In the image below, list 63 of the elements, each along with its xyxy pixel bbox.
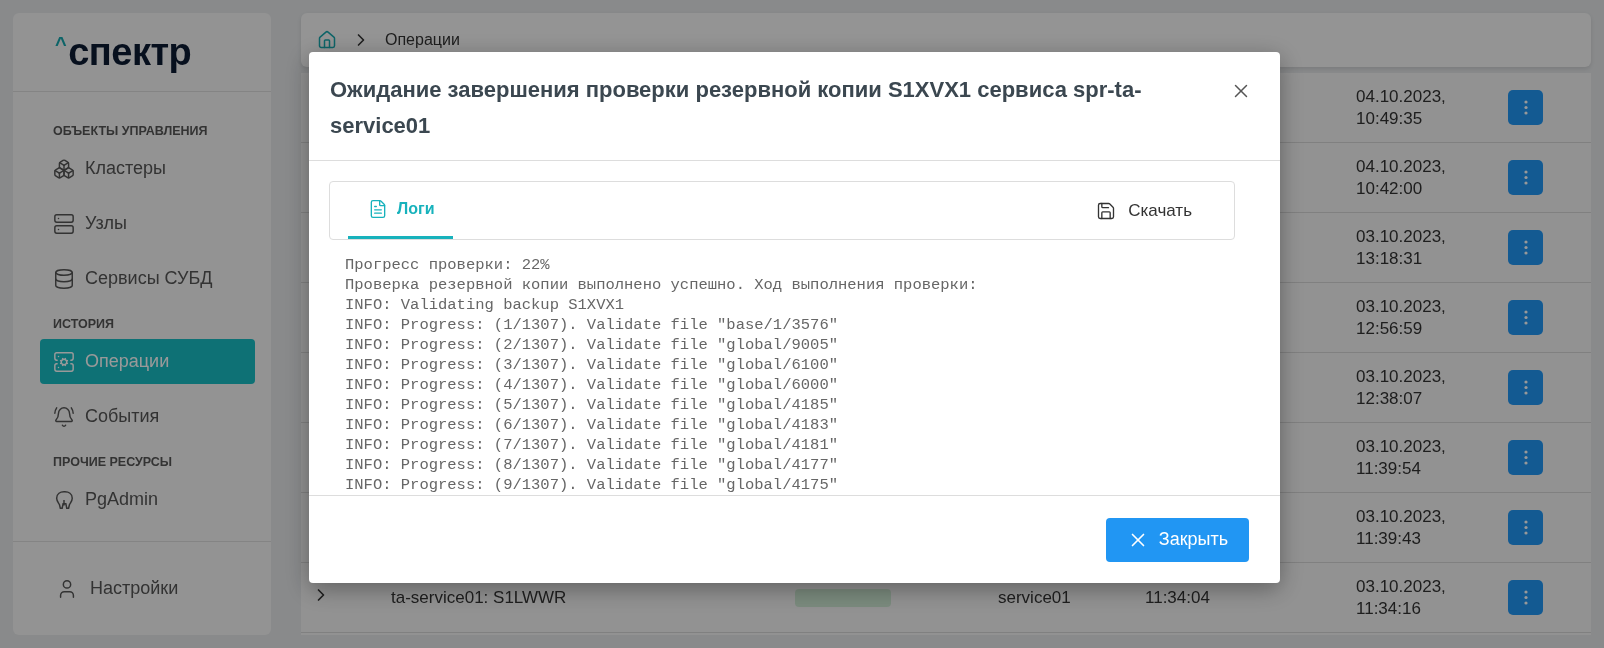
table-cell-text: 03.10.2023, 11:34:16 xyxy=(1355,575,1447,620)
log-line: INFO: Progress: (1/1307). Validate file "base/1/3576" xyxy=(345,315,839,335)
bell-icon xyxy=(53,405,75,428)
table-cell-text: 03.10.2023, 12:38:07 xyxy=(1355,365,1447,410)
server-icon xyxy=(53,350,75,373)
menu-button[interactable] xyxy=(1508,440,1543,475)
nav-item[interactable]: Узлы xyxy=(40,201,255,246)
table-cell-text: 04.10.2023, 10:49:35 xyxy=(1355,85,1447,130)
save-icon xyxy=(1096,200,1117,221)
section-title: ПРОЧИЕ РЕСУРСЫ xyxy=(53,455,174,469)
dialog-title: Ожидание завершения проверки резервной копии S1XVX1 сервиса spr-ta-service01 xyxy=(330,76,1143,140)
table-cell-text: 04.10.2023, 10:42:00 xyxy=(1355,155,1447,200)
table-cell-text: 03.10.2023, 11:39:43 xyxy=(1355,505,1447,550)
menu-button[interactable] xyxy=(1508,90,1543,125)
tab[interactable]: Логи xyxy=(348,182,453,239)
nav-item[interactable]: Сервисы СУБД xyxy=(40,256,255,301)
more-icon xyxy=(1523,590,1528,605)
log-line: INFO: Progress: (7/1307). Validate file "global/4181" xyxy=(345,435,839,455)
table-cell-text: 03.10.2023, 11:39:54 xyxy=(1355,435,1447,480)
settings-item[interactable]: Настройки xyxy=(13,541,271,635)
nav-item[interactable]: События xyxy=(40,394,255,439)
section-title: ОБЪЕКТЫ УПРАВЛЕНИЯ xyxy=(53,124,209,138)
table-cell-text: 03.10.2023, 13:18:31 xyxy=(1355,225,1447,270)
menu-button[interactable] xyxy=(1508,510,1543,545)
close-button[interactable]: Закрыть xyxy=(1106,517,1249,562)
download-button[interactable]: Скачать xyxy=(1090,182,1198,239)
table-cell-text: 11:34:04 xyxy=(1144,587,1211,608)
log-line: INFO: Progress: (9/1307). Validate file "global/4175" xyxy=(345,475,839,495)
log-line: INFO: Progress: (3/1307). Validate file "global/6100" xyxy=(345,355,839,375)
menu-button[interactable] xyxy=(1508,370,1543,405)
section-title: ИСТОРИЯ xyxy=(53,317,116,331)
more-icon xyxy=(1523,380,1528,395)
menu-button[interactable] xyxy=(1508,160,1543,195)
breadcrumb-item[interactable]: Операции xyxy=(385,31,460,49)
log-line: INFO: Progress: (2/1307). Validate file "global/9005" xyxy=(345,335,839,355)
more-icon xyxy=(1523,240,1528,255)
database-icon xyxy=(53,267,75,290)
log-line: INFO: Progress: (5/1307). Validate file "global/4185" xyxy=(345,395,839,415)
more-icon xyxy=(1523,310,1528,325)
more-icon xyxy=(1523,450,1528,465)
menu-button[interactable] xyxy=(1508,580,1543,615)
logo: ^спектр xyxy=(55,30,192,74)
server-icon xyxy=(53,212,75,235)
log-line: INFO: Progress: (8/1307). Validate file "global/4177" xyxy=(345,455,839,475)
table-cell-text: ta-service01: S1LWWR xyxy=(390,587,568,608)
log-line: INFO: Validating backup S1XVX1 xyxy=(345,295,626,315)
menu-button[interactable] xyxy=(1508,230,1543,265)
log-line: INFO: Progress: (4/1307). Validate file "global/6000" xyxy=(345,375,839,395)
more-icon xyxy=(1523,170,1528,185)
table-cell-text: service01 xyxy=(997,587,1072,608)
menu-button[interactable] xyxy=(1508,300,1543,335)
log-line: INFO: Progress: (6/1307). Validate file "global/4183" xyxy=(345,415,839,435)
nav-item[interactable]: PgAdmin xyxy=(40,477,255,522)
settings-label: Настройки xyxy=(90,578,179,599)
log-line: Прогресс проверки: 22% xyxy=(345,255,551,275)
document-icon xyxy=(368,199,388,219)
more-icon xyxy=(1523,100,1528,115)
home-icon[interactable] xyxy=(317,30,337,50)
more-icon xyxy=(1523,520,1528,535)
log-line: Проверка резервной копии выполнено успешно. Ход выполнения проверки: xyxy=(345,275,979,295)
table-cell-text: 03.10.2023, 12:56:59 xyxy=(1355,295,1447,340)
nav-item[interactable]: Кластеры xyxy=(40,146,255,191)
boxes-icon xyxy=(53,157,75,180)
